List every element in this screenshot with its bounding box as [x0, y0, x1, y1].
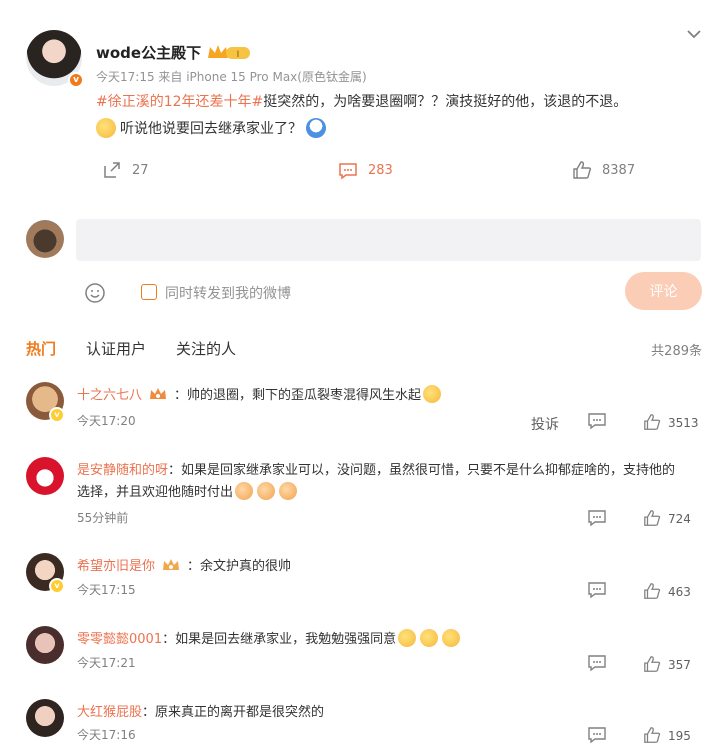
- chevron-down-icon[interactable]: [686, 28, 702, 40]
- comment-like-count: 3513: [668, 416, 699, 430]
- tab-verified-users[interactable]: 认证用户: [86, 338, 146, 359]
- comment-text: ：帅的退圈，剩下的歪瓜裂枣混得风生水起: [174, 388, 422, 403]
- comment-time: 今天17:20: [77, 414, 136, 428]
- comment-line-2: 选择，并且欢迎他随时付出: [77, 481, 299, 500]
- commenter-avatar[interactable]: [26, 457, 64, 495]
- comment-item: v 十之六七八 ：帅的退圈，剩下的歪瓜裂枣混得风生水起 今天17:20 投诉 3…: [0, 382, 718, 452]
- comment-tabs: 热门 认证用户 关注的人: [26, 338, 236, 359]
- reply-icon[interactable]: [587, 726, 607, 744]
- comment-input[interactable]: [76, 219, 701, 261]
- like-icon[interactable]: [643, 509, 661, 527]
- sleepy-emoji-icon: [96, 118, 116, 138]
- comment-line: 十之六七八 ：帅的退圈，剩下的歪瓜裂枣混得风生水起: [77, 384, 443, 403]
- commenter-avatar[interactable]: [26, 699, 64, 737]
- ghost-emoji-icon: [306, 118, 326, 138]
- comment-time: 55分钟前: [77, 511, 129, 525]
- comment-like-count: 195: [668, 729, 691, 743]
- reply-icon[interactable]: [587, 509, 607, 527]
- comment-item: 大红猴屁股 ：原来真正的离开都是很突然的 今天17:16 195: [0, 699, 718, 744]
- comment-time: 今天17:15: [77, 583, 136, 597]
- my-avatar: [26, 220, 64, 258]
- comment-item: 零零懿懿0001 ：如果是回去继承家业，我勉勉强强同意 今天17:21 357: [0, 626, 718, 696]
- like-count: 8387: [602, 162, 636, 178]
- comment-like-count: 724: [668, 512, 691, 526]
- report-button[interactable]: 投诉: [531, 414, 559, 434]
- like-icon[interactable]: [643, 726, 661, 744]
- comment-like-count: 357: [668, 658, 691, 672]
- reply-icon[interactable]: [587, 654, 607, 672]
- like-icon[interactable]: [643, 655, 661, 673]
- svg-text:I: I: [237, 50, 240, 60]
- comment-item: 是安静随和的呀 ：如果是回家继承家业可以，没问题，虽然很可惜，只要不是什么抑郁症…: [0, 457, 718, 537]
- emoji-picker-icon[interactable]: [84, 282, 106, 304]
- post-text-2: 听说他说要回去继承家业了？: [120, 121, 302, 137]
- tab-following[interactable]: 关注的人: [176, 338, 236, 359]
- post-text-line1: #徐正溪的12年还差十年#挺突然的，为啥要退圈啊？？演技挺好的他，该退的不退。: [96, 91, 627, 111]
- commenter-name[interactable]: 零零懿懿0001: [77, 628, 162, 647]
- comment-icon: [339, 163, 357, 180]
- repost-icon: [104, 162, 120, 178]
- comment-time: 今天17:16: [77, 728, 136, 742]
- reply-icon[interactable]: [587, 581, 607, 599]
- comment-text: ：原来真正的离开都是很突然的: [142, 705, 325, 720]
- comment-line: 是安静随和的呀 ：如果是回家继承家业可以，没问题，虽然很可惜，只要不是什么抑郁症…: [77, 459, 675, 478]
- comment-count: 283: [368, 162, 393, 178]
- like-icon[interactable]: [643, 582, 661, 600]
- comment-text: ：余文护真的很帅: [187, 559, 292, 574]
- post-text-line2: 听说他说要回去继承家业了？: [96, 118, 326, 138]
- like-icon: [573, 161, 592, 179]
- comment-button[interactable]: 283: [338, 160, 393, 180]
- author-username[interactable]: wode公主殿下: [96, 42, 201, 63]
- member-crown-icon: I: [208, 45, 250, 60]
- commenter-name[interactable]: 十之六七八: [77, 384, 142, 403]
- comment-text: ：如果是回去继承家业，我勉勉强强同意: [162, 632, 397, 647]
- reply-icon[interactable]: [587, 412, 607, 430]
- comment-total: 共289条: [651, 344, 702, 359]
- post-meta: 今天17:15 来自 iPhone 15 Pro Max(原色钛金属): [96, 70, 367, 84]
- comment-line: 零零懿懿0001 ：如果是回去继承家业，我勉勉强强同意: [77, 628, 462, 647]
- comment-like-count: 463: [668, 585, 691, 599]
- forward-checkbox[interactable]: [141, 284, 157, 300]
- comment-time: 今天17:21: [77, 656, 136, 670]
- verified-badge-icon: v: [49, 578, 65, 594]
- smile-emoji-icon: [423, 384, 442, 403]
- comment-item: v 希望亦旧是你 ：余文护真的很帅 今天17:15 463: [0, 553, 718, 623]
- commenter-avatar[interactable]: [26, 626, 64, 664]
- blush-emoji-icon: [257, 481, 276, 500]
- crying-emoji-icon: [442, 628, 461, 647]
- comment-line: 大红猴屁股 ：原来真正的离开都是很突然的: [77, 701, 324, 720]
- fan-crown-icon: [150, 387, 167, 399]
- repost-button[interactable]: 27: [102, 160, 149, 180]
- comment-text: ：如果是回家继承家业可以，没问题，虽然很可惜，只要不是什么抑郁症啥的，支持他的: [168, 463, 676, 478]
- hashtag-link[interactable]: #徐正溪的12年还差十年#: [96, 94, 263, 110]
- forward-label: 同时转发到我的微博: [165, 286, 291, 302]
- like-button[interactable]: 8387: [572, 160, 635, 180]
- comment-line: 希望亦旧是你 ：余文护真的很帅: [77, 555, 291, 574]
- crying-emoji-icon: [398, 628, 417, 647]
- commenter-name[interactable]: 是安静随和的呀: [77, 459, 168, 478]
- like-icon[interactable]: [643, 413, 661, 431]
- verified-badge-icon: v: [68, 72, 84, 88]
- blush-emoji-icon: [235, 481, 254, 500]
- verified-badge-icon: v: [49, 407, 65, 423]
- crying-emoji-icon: [420, 628, 439, 647]
- repost-count: 27: [132, 162, 149, 178]
- submit-comment-button[interactable]: 评论: [625, 272, 702, 310]
- blush-emoji-icon: [279, 481, 298, 500]
- comment-text-2: 选择，并且欢迎他随时付出: [77, 485, 234, 500]
- commenter-name[interactable]: 希望亦旧是你: [77, 555, 155, 574]
- fan-crown-icon: [163, 558, 180, 570]
- tab-hot[interactable]: 热门: [26, 338, 56, 359]
- commenter-name[interactable]: 大红猴屁股: [77, 701, 142, 720]
- post-text: 挺突然的，为啥要退圈啊？？演技挺好的他，该退的不退。: [263, 94, 628, 110]
